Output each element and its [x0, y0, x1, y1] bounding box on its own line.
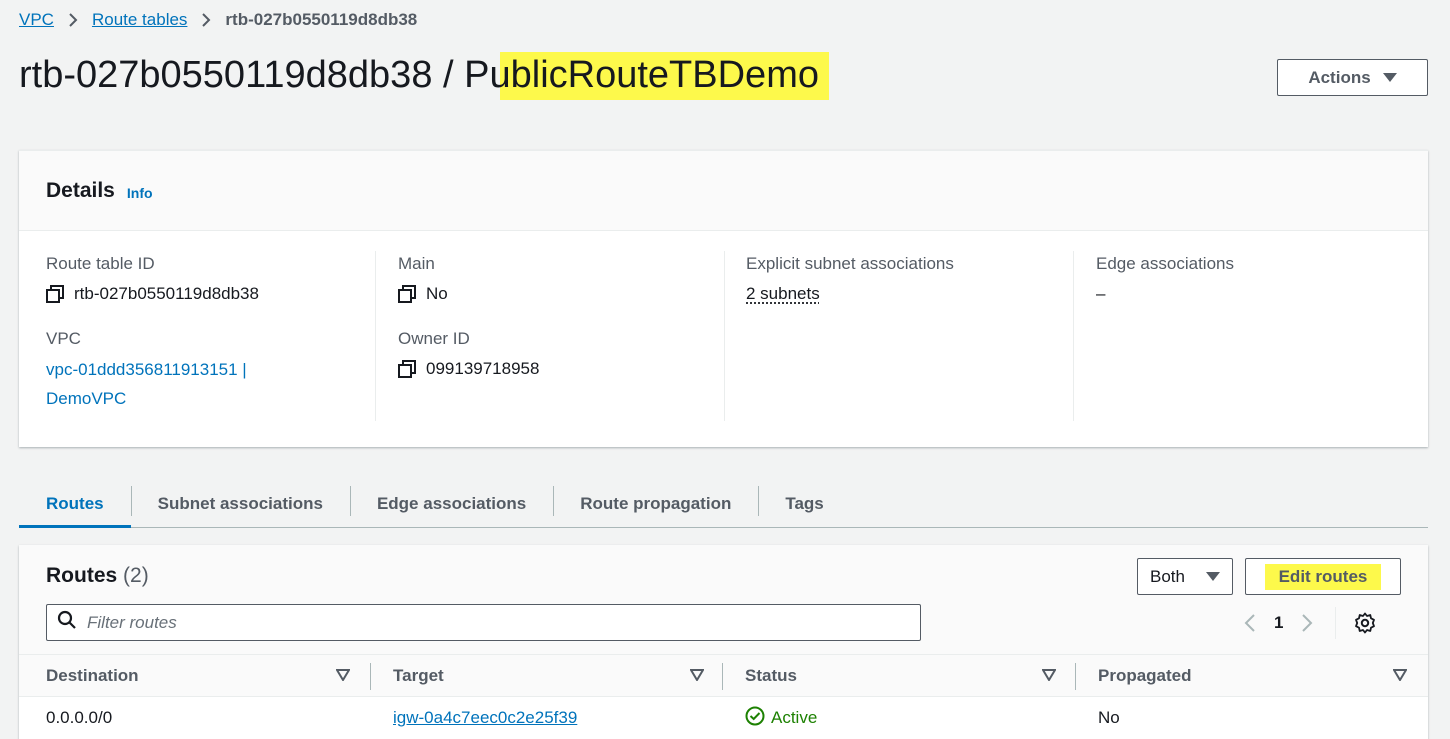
sort-icon[interactable] — [1042, 669, 1056, 681]
info-link[interactable]: Info — [127, 185, 153, 201]
tab-tags[interactable]: Tags — [758, 480, 850, 527]
column-status[interactable]: Status — [745, 655, 797, 697]
routes-title-text: Routes — [46, 564, 117, 587]
next-page-icon[interactable] — [1301, 613, 1313, 633]
copy-icon[interactable] — [398, 360, 416, 378]
main-value: No — [398, 284, 725, 304]
page-title-name: PublicRouteTBDemo — [464, 54, 819, 96]
explicit-subnets-popover[interactable]: 2 subnets — [746, 284, 820, 304]
details-title: Details — [46, 179, 115, 203]
details-column-4: Edge associations – — [1073, 251, 1423, 421]
edge-associations-label: Edge associations — [1096, 254, 1423, 278]
target-link[interactable]: igw-0a4c7eec0c2e25f39 — [393, 708, 577, 728]
vpc-link-line-2: DemoVPC — [46, 384, 374, 413]
edit-routes-label: Edit routes — [1265, 564, 1382, 590]
gear-icon[interactable] — [1354, 612, 1376, 634]
chevron-right-icon — [68, 13, 78, 27]
routes-header: Routes (2) Both Edit routes 1 — [19, 545, 1428, 655]
route-filter-select[interactable]: Both — [1137, 558, 1233, 595]
tab-bar: Routes Subnet associations Edge associat… — [19, 480, 1428, 528]
pager-divider — [1335, 607, 1336, 639]
route-table-id-value: rtb-027b0550119d8db38 — [46, 284, 374, 304]
owner-id-value: 099139718958 — [398, 359, 725, 379]
tab-edge-associations[interactable]: Edge associations — [350, 480, 553, 527]
destination-cell: 0.0.0.0/0 — [46, 697, 112, 739]
tab-routes[interactable]: Routes — [19, 480, 131, 527]
owner-id-text: 099139718958 — [426, 359, 539, 379]
check-circle-icon — [745, 706, 765, 731]
edit-routes-button[interactable]: Edit routes — [1245, 558, 1401, 595]
propagated-cell: No — [1098, 697, 1120, 739]
page-title: rtb-027b0550119d8db38 / PublicRouteTBDem… — [19, 54, 819, 97]
actions-button[interactable]: Actions — [1277, 59, 1428, 96]
caret-down-icon — [1383, 70, 1397, 86]
table-row: 0.0.0.0/0 igw-0a4c7eec0c2e25f39 Active N… — [19, 697, 1428, 739]
details-column-1: Route table ID rtb-027b0550119d8db38 VPC… — [19, 251, 374, 421]
details-panel: Details Info Route table ID rtb-027b0550… — [19, 150, 1428, 447]
route-table-id-text: rtb-027b0550119d8db38 — [74, 284, 259, 304]
vpc-link[interactable]: vpc-01ddd356811913151 | DemoVPC — [46, 355, 374, 413]
route-filter-select-value: Both — [1150, 567, 1185, 587]
breadcrumb-route-tables-link[interactable]: Route tables — [92, 10, 187, 30]
main-label: Main — [398, 254, 725, 278]
column-destination[interactable]: Destination — [46, 655, 139, 697]
explicit-subnet-value: 2 subnets — [746, 284, 1074, 304]
breadcrumb-vpc-link[interactable]: VPC — [19, 10, 54, 30]
routes-count: (2) — [123, 564, 149, 587]
main-text: No — [426, 284, 448, 304]
details-header: Details Info — [19, 151, 1428, 231]
details-column-2: Main No Owner ID 099139718958 — [375, 251, 725, 421]
page-title-id: rtb-027b0550119d8db38 — [19, 54, 432, 96]
chevron-right-icon — [201, 13, 211, 27]
sort-icon[interactable] — [336, 669, 350, 681]
column-propagated[interactable]: Propagated — [1098, 655, 1192, 697]
current-page[interactable]: 1 — [1274, 613, 1283, 633]
owner-id-label: Owner ID — [398, 329, 725, 353]
copy-icon[interactable] — [46, 285, 64, 303]
vpc-label: VPC — [46, 329, 374, 353]
filter-routes-input[interactable] — [87, 613, 887, 633]
vpc-link-line-1: vpc-01ddd356811913151 | — [46, 355, 374, 384]
sort-icon[interactable] — [690, 669, 704, 681]
edge-associations-value: – — [1096, 284, 1423, 304]
status-cell: Active — [745, 697, 817, 739]
routes-title: Routes (2) — [46, 564, 149, 588]
breadcrumb: VPC Route tables rtb-027b0550119d8db38 — [19, 8, 417, 32]
column-target[interactable]: Target — [393, 655, 444, 697]
tab-route-propagation[interactable]: Route propagation — [553, 480, 758, 527]
route-table-id-label: Route table ID — [46, 254, 374, 278]
page-title-separator: / — [432, 54, 464, 96]
explicit-subnet-label: Explicit subnet associations — [746, 254, 1074, 278]
previous-page-icon[interactable] — [1244, 613, 1256, 633]
status-text: Active — [771, 708, 817, 728]
pagination: 1 — [1244, 607, 1376, 639]
copy-icon[interactable] — [398, 285, 416, 303]
sort-icon[interactable] — [1393, 669, 1407, 681]
routes-table-header: Destination Target Status Propagated — [19, 655, 1428, 697]
details-column-3: Explicit subnet associations 2 subnets — [724, 251, 1074, 421]
caret-down-icon — [1206, 567, 1220, 587]
actions-label: Actions — [1308, 68, 1370, 88]
routes-panel: Routes (2) Both Edit routes 1 — [19, 545, 1428, 739]
tab-subnet-associations[interactable]: Subnet associations — [131, 480, 350, 527]
breadcrumb-current: rtb-027b0550119d8db38 — [225, 10, 417, 30]
filter-routes-field[interactable] — [46, 604, 921, 641]
target-cell: igw-0a4c7eec0c2e25f39 — [393, 697, 577, 739]
search-icon — [57, 610, 77, 635]
